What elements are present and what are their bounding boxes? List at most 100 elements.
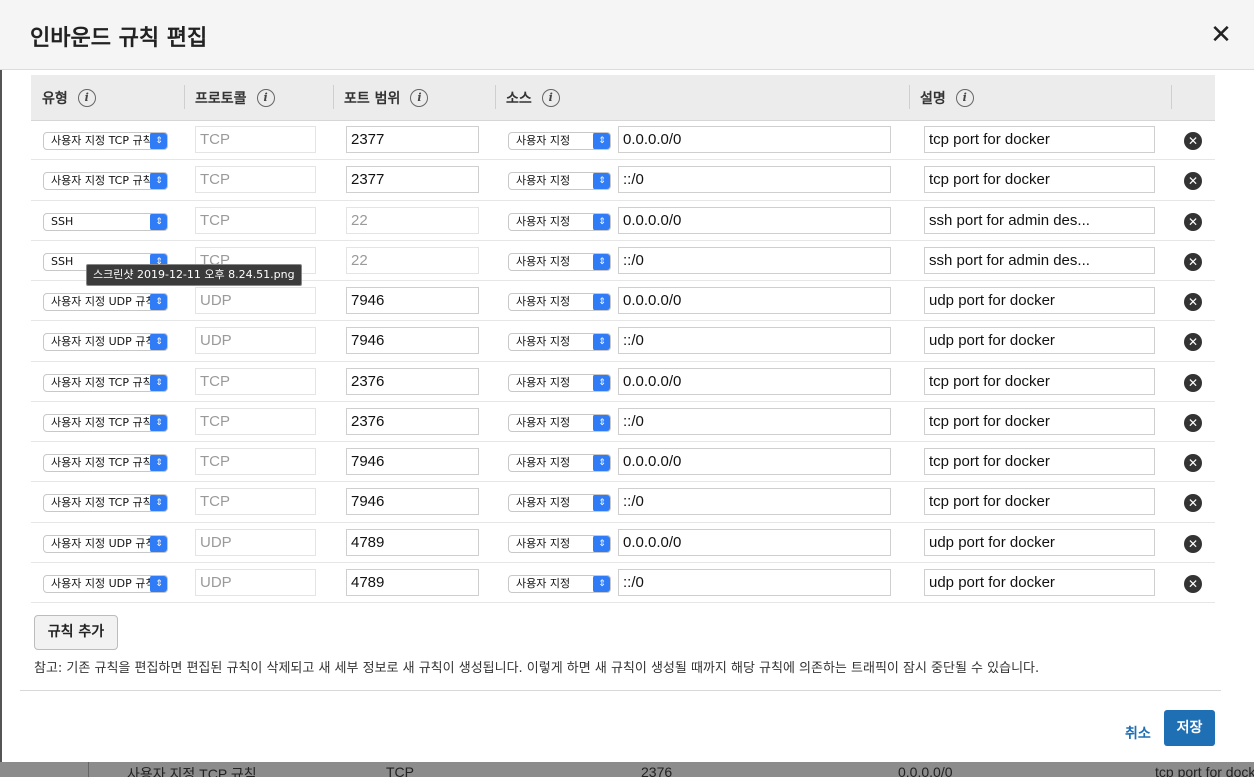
rule-type-select[interactable]: 사용자 지정 UDP 규칙 ⇕ [43,574,168,593]
port-range-input[interactable]: 2376 [346,407,479,435]
select-arrow-icon: ⇕ [150,173,167,190]
table-row: 사용자 지정 UDP 규칙 ⇕ UDP 4789 사용자 지정 ⇕ 0.0.0.0/… [31,523,1215,563]
rule-type-select[interactable]: 사용자 지정 TCP 규칙 ⇕ [43,132,168,150]
port-range-input[interactable]: 7946 [346,488,479,516]
source-cidr-input[interactable]: ::/0 [618,407,891,435]
info-icon[interactable]: i [256,89,275,107]
remove-rule-icon[interactable]: ✕ [1184,212,1202,231]
source-cidr-input[interactable]: 0.0.0.0/0 [618,206,891,234]
column-divider [184,85,185,109]
source-select[interactable]: 사용자 지정 ⇕ [508,172,611,191]
column-type: 유형 i [42,87,96,109]
rule-type-select[interactable]: SSH ⇕ [43,212,168,231]
remove-rule-icon[interactable]: ✕ [1184,373,1202,392]
add-rule-button[interactable]: 규칙 추가 [34,615,118,650]
close-icon[interactable]: ✕ [1208,20,1234,50]
remove-rule-icon[interactable]: ✕ [1184,293,1202,311]
remove-rule-icon[interactable]: ✕ [1184,534,1202,553]
protocol-field: TCP [195,126,316,153]
rule-type-select[interactable]: 사용자 지정 TCP 규칙 ⇕ [43,373,168,392]
remove-rule-icon[interactable]: ✕ [1184,494,1202,513]
rule-type-select[interactable]: 사용자 지정 UDP 규칙 ⇕ [43,293,168,311]
info-icon[interactable]: i [955,89,974,107]
rule-type-select[interactable]: 사용자 지정 TCP 규칙 ⇕ [43,413,168,432]
description-input[interactable]: tcp port for docker [924,166,1155,194]
source-cidr-input[interactable]: 0.0.0.0/0 [618,528,891,556]
remove-rule-icon[interactable]: ✕ [1184,252,1202,271]
description-input[interactable]: udp port for docker [924,327,1155,355]
description-input[interactable]: ssh port for admin des... [924,206,1155,234]
source-cidr-input[interactable]: ::/0 [618,246,891,274]
remove-rule-icon[interactable]: ✕ [1184,574,1202,593]
description-input[interactable]: udp port for docker [924,287,1155,314]
port-range-input[interactable]: 4789 [346,568,479,596]
remove-rule-icon[interactable]: ✕ [1184,132,1202,150]
source-cidr-input[interactable]: ::/0 [618,568,891,596]
remove-rule-icon[interactable]: ✕ [1184,333,1202,352]
port-range-input[interactable]: 2377 [346,126,479,153]
source-select[interactable]: 사용자 지정 ⇕ [508,132,611,150]
port-range-input[interactable]: 7946 [346,287,479,314]
select-arrow-icon: ⇕ [150,133,167,149]
source-select[interactable]: 사용자 지정 ⇕ [508,293,611,311]
rules-table-header: 유형 i 프로토콜 i 포트 범위 i 소스 i 설명 i [31,75,1215,121]
description-input[interactable]: udp port for docker [924,568,1155,596]
rule-type-select[interactable]: 사용자 지정 UDP 규칙 ⇕ [43,333,168,352]
port-range-input[interactable]: 7946 [346,448,479,475]
select-arrow-icon: ⇕ [593,374,610,391]
rule-type-select[interactable]: 사용자 지정 UDP 규칙 ⇕ [43,534,168,553]
file-tooltip: 스크린샷 2019-12-11 오후 8.24.51.png [86,264,302,286]
background-divider [88,762,89,777]
protocol-field: TCP [195,488,316,516]
rule-type-select[interactable]: 사용자 지정 TCP 규칙 ⇕ [43,454,168,472]
select-arrow-icon: ⇕ [593,253,610,270]
source-select[interactable]: 사용자 지정 ⇕ [508,494,611,513]
source-select[interactable]: 사용자 지정 ⇕ [508,333,611,352]
select-arrow-icon: ⇕ [593,535,610,552]
column-description: 설명 i [909,85,974,109]
column-port-range: 포트 범위 i [333,85,429,109]
rule-type-select[interactable]: 사용자 지정 TCP 규칙 ⇕ [43,494,168,513]
source-select[interactable]: 사용자 지정 ⇕ [508,534,611,553]
remove-rule-icon[interactable]: ✕ [1184,172,1202,191]
description-input[interactable]: tcp port for docker [924,126,1155,153]
info-icon[interactable]: i [410,89,429,107]
window-edge [0,0,2,777]
source-cidr-input[interactable]: 0.0.0.0/0 [618,287,891,314]
select-arrow-icon: ⇕ [150,414,167,431]
port-range-input[interactable]: 2377 [346,166,479,194]
source-cidr-input[interactable]: ::/0 [618,488,891,516]
info-icon[interactable]: i [77,89,96,107]
rule-type-select[interactable]: 사용자 지정 TCP 규칙 ⇕ [43,172,168,191]
description-input[interactable]: tcp port for docker [924,407,1155,435]
source-select[interactable]: 사용자 지정 ⇕ [508,373,611,392]
source-select[interactable]: 사용자 지정 ⇕ [508,413,611,432]
select-arrow-icon: ⇕ [593,213,610,230]
table-row: 사용자 지정 UDP 규칙 ⇕ UDP 7946 사용자 지정 ⇕ 0.0.0.0/… [31,281,1215,322]
port-range-input[interactable]: 2376 [346,367,479,395]
port-range-input[interactable]: 4789 [346,528,479,556]
remove-rule-icon[interactable]: ✕ [1184,413,1202,432]
port-range-input[interactable]: 7946 [346,327,479,355]
table-row: 사용자 지정 UDP 규칙 ⇕ UDP 7946 사용자 지정 ⇕ ::/0 udp… [31,321,1215,362]
table-row: SSH ⇕ TCP 22 사용자 지정 ⇕ 0.0.0.0/0 ssh port f… [31,201,1215,241]
description-input[interactable]: udp port for docker [924,528,1155,556]
description-input[interactable]: tcp port for docker [924,488,1155,516]
source-select[interactable]: 사용자 지정 ⇕ [508,454,611,472]
source-cidr-input[interactable]: ::/0 [618,327,891,355]
source-select[interactable]: 사용자 지정 ⇕ [508,212,611,231]
save-button[interactable]: 저장 [1164,710,1215,746]
cancel-button[interactable]: 취소 [1125,723,1151,743]
description-input[interactable]: ssh port for admin des... [924,246,1155,274]
remove-rule-icon[interactable]: ✕ [1184,454,1202,472]
source-cidr-input[interactable]: 0.0.0.0/0 [618,448,891,475]
description-input[interactable]: tcp port for docker [924,448,1155,475]
source-cidr-input[interactable]: 0.0.0.0/0 [618,126,891,153]
description-input[interactable]: tcp port for docker [924,367,1155,395]
source-cidr-input[interactable]: 0.0.0.0/0 [618,367,891,395]
select-arrow-icon: ⇕ [593,414,610,431]
source-select[interactable]: 사용자 지정 ⇕ [508,252,611,271]
source-cidr-input[interactable]: ::/0 [618,166,891,194]
info-icon[interactable]: i [541,89,560,107]
source-select[interactable]: 사용자 지정 ⇕ [508,574,611,593]
